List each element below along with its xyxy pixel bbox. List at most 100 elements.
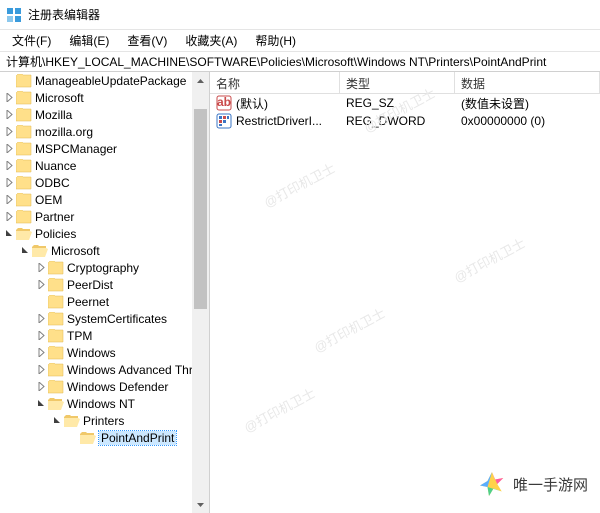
tree-item[interactable]: PointAndPrint	[0, 429, 209, 446]
tree-item[interactable]: SystemCertificates	[0, 310, 209, 327]
tree-item[interactable]: Partner	[0, 208, 209, 225]
menubar: 文件(F) 编辑(E) 查看(V) 收藏夹(A) 帮助(H)	[0, 30, 600, 52]
value-row[interactable]: RestrictDriverI...REG_DWORD0x00000000 (0…	[210, 112, 600, 130]
scrollbar-up-button[interactable]	[192, 72, 209, 89]
folder-icon	[16, 125, 32, 139]
values-pane: 名称 类型 数据 ab(默认)REG_SZ(数值未设置)RestrictDriv…	[210, 72, 600, 513]
tree-item-label: Printers	[83, 414, 124, 428]
folder-icon	[32, 244, 48, 258]
tree-item[interactable]: Microsoft	[0, 89, 209, 106]
chevron-down-icon[interactable]	[34, 397, 48, 411]
chevron-right-icon[interactable]	[2, 193, 16, 207]
dword-value-icon	[216, 113, 232, 129]
tree-item-label: mozilla.org	[35, 125, 93, 139]
tree-item[interactable]: Windows NT	[0, 395, 209, 412]
chevron-right-icon[interactable]	[2, 176, 16, 190]
tree-item[interactable]: Printers	[0, 412, 209, 429]
tree-item[interactable]: Windows Defender	[0, 378, 209, 395]
chevron-right-icon[interactable]	[34, 261, 48, 275]
menu-view[interactable]: 查看(V)	[119, 30, 175, 51]
tree-scroll[interactable]: ManageableUpdatePackage Microsoft Mozilla m…	[0, 72, 209, 513]
tree-item-label: ODBC	[35, 176, 70, 190]
tree-item[interactable]: MSPCManager	[0, 140, 209, 157]
string-value-icon: ab	[216, 95, 232, 111]
folder-icon	[48, 380, 64, 394]
tree-item[interactable]: Microsoft	[0, 242, 209, 259]
scrollbar-down-button[interactable]	[192, 496, 209, 513]
tree-item-label: Microsoft	[35, 91, 84, 105]
tree-item[interactable]: OEM	[0, 191, 209, 208]
expander-spacer	[34, 295, 48, 309]
column-header-type[interactable]: 类型	[340, 72, 455, 93]
scrollbar-track[interactable]	[192, 89, 209, 496]
tree-item[interactable]: Windows Advanced Threat Protection	[0, 361, 209, 378]
chevron-right-icon[interactable]	[2, 142, 16, 156]
chevron-down-icon[interactable]	[2, 227, 16, 241]
chevron-right-icon[interactable]	[34, 329, 48, 343]
tree-item-label: Policies	[35, 227, 76, 241]
column-header-name[interactable]: 名称	[210, 72, 340, 93]
tree-item-label: SystemCertificates	[67, 312, 167, 326]
folder-icon	[16, 108, 32, 122]
chevron-right-icon[interactable]	[2, 91, 16, 105]
tree-item[interactable]: PeerDist	[0, 276, 209, 293]
tree-item-label: Windows NT	[67, 397, 135, 411]
tree-pane: ManageableUpdatePackage Microsoft Mozilla m…	[0, 72, 210, 513]
tree-item-label: MSPCManager	[35, 142, 117, 156]
folder-icon	[48, 278, 64, 292]
chevron-right-icon[interactable]	[2, 210, 16, 224]
tree-item[interactable]: Cryptography	[0, 259, 209, 276]
chevron-right-icon[interactable]	[2, 159, 16, 173]
content: ManageableUpdatePackage Microsoft Mozilla m…	[0, 72, 600, 513]
tree-item[interactable]: Mozilla	[0, 106, 209, 123]
tree-item-label: TPM	[67, 329, 92, 343]
folder-icon	[16, 142, 32, 156]
menu-favorites[interactable]: 收藏夹(A)	[177, 30, 245, 51]
chevron-down-icon[interactable]	[18, 244, 32, 258]
menu-file[interactable]: 文件(F)	[4, 30, 59, 51]
chevron-down-icon[interactable]	[50, 414, 64, 428]
menu-help[interactable]: 帮助(H)	[247, 30, 304, 51]
tree-item[interactable]: Policies	[0, 225, 209, 242]
address-bar[interactable]: 计算机\HKEY_LOCAL_MACHINE\SOFTWARE\Policies…	[0, 52, 600, 72]
tree-item-label: Mozilla	[35, 108, 72, 122]
folder-icon	[16, 91, 32, 105]
menu-edit[interactable]: 编辑(E)	[61, 30, 117, 51]
tree-item-label: Partner	[35, 210, 74, 224]
tree-item[interactable]: Peernet	[0, 293, 209, 310]
chevron-right-icon[interactable]	[2, 125, 16, 139]
scrollbar-thumb[interactable]	[194, 109, 207, 309]
folder-icon	[48, 346, 64, 360]
tree-item[interactable]: Windows	[0, 344, 209, 361]
tree-item[interactable]: Nuance	[0, 157, 209, 174]
column-header-data[interactable]: 数据	[455, 72, 600, 93]
chevron-right-icon[interactable]	[34, 363, 48, 377]
folder-icon	[16, 176, 32, 190]
value-name: RestrictDriverI...	[236, 114, 322, 128]
values-header: 名称 类型 数据	[210, 72, 600, 94]
chevron-right-icon[interactable]	[34, 278, 48, 292]
chevron-right-icon[interactable]	[34, 380, 48, 394]
tree-scrollbar[interactable]	[192, 72, 209, 513]
tree-item[interactable]: ODBC	[0, 174, 209, 191]
tree-item[interactable]: mozilla.org	[0, 123, 209, 140]
folder-icon	[16, 210, 32, 224]
value-type: REG_SZ	[340, 96, 455, 110]
values-body: ab(默认)REG_SZ(数值未设置)RestrictDriverI...REG…	[210, 94, 600, 513]
chevron-right-icon[interactable]	[34, 346, 48, 360]
tree-item-label: Windows	[67, 346, 116, 360]
folder-icon	[48, 261, 64, 275]
tree-item-label: Windows Defender	[67, 380, 168, 394]
value-row[interactable]: ab(默认)REG_SZ(数值未设置)	[210, 94, 600, 112]
tree-item[interactable]: TPM	[0, 327, 209, 344]
folder-icon	[48, 329, 64, 343]
tree-item-label: Windows Advanced Threat Protection	[67, 363, 209, 377]
tree-item-label: OEM	[35, 193, 62, 207]
value-data: 0x00000000 (0)	[455, 114, 600, 128]
folder-icon	[16, 227, 32, 241]
chevron-right-icon[interactable]	[34, 312, 48, 326]
window-title: 注册表编辑器	[28, 6, 100, 23]
tree-item-label: ManageableUpdatePackage	[35, 74, 186, 88]
tree-item[interactable]: ManageableUpdatePackage	[0, 72, 209, 89]
chevron-right-icon[interactable]	[2, 108, 16, 122]
